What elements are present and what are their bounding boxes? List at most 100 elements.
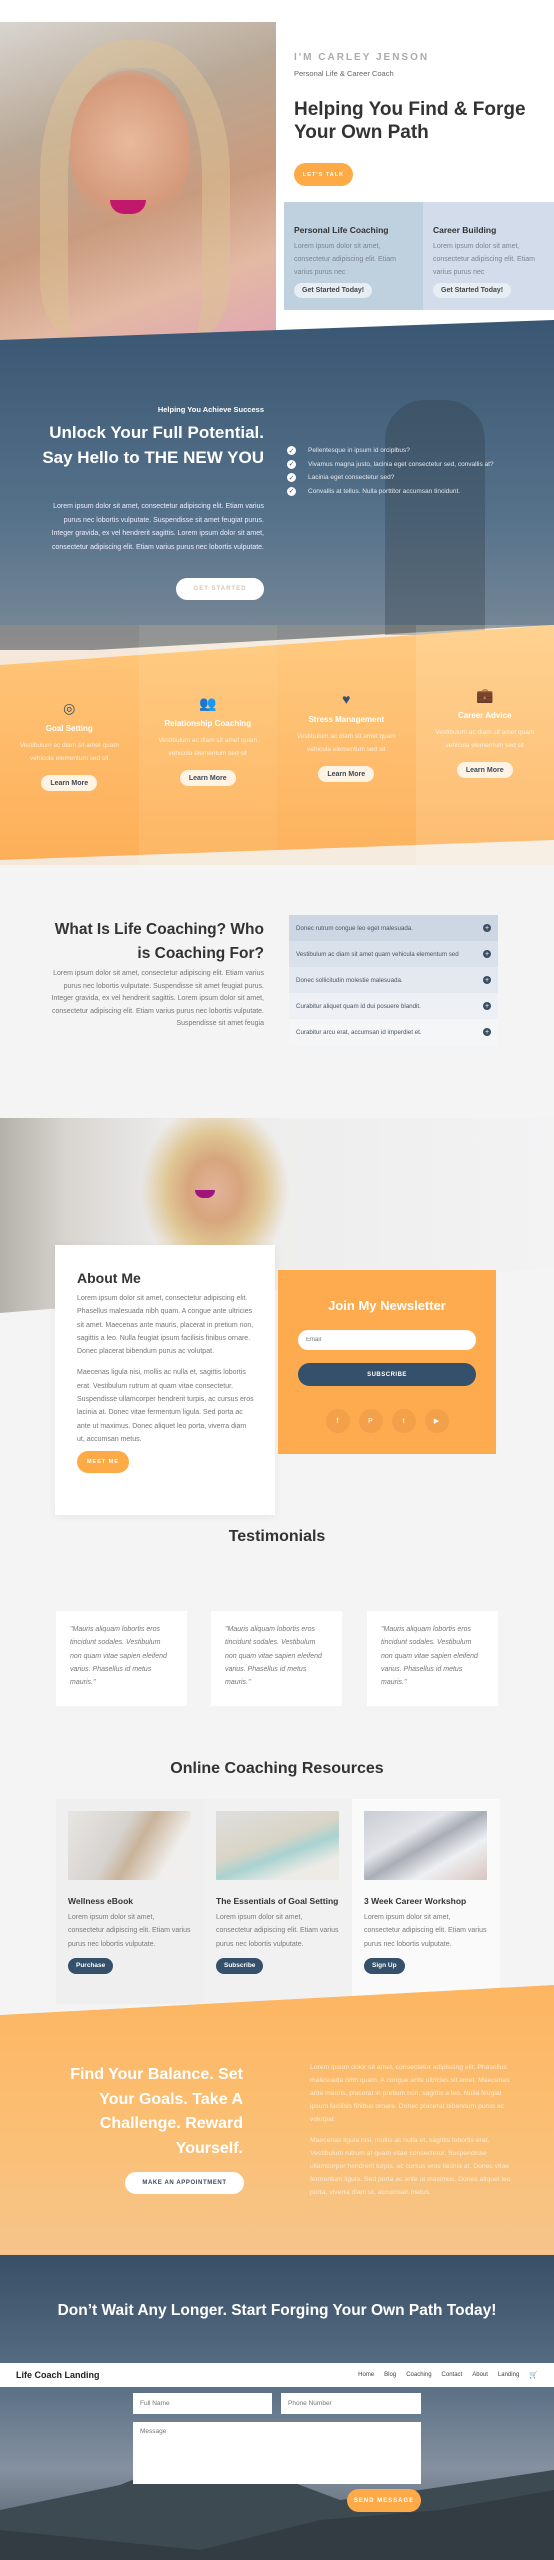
- service-stress-management: ♥ Stress Management Vestibulum ac diam s…: [277, 625, 416, 865]
- resource-image-workshop: [364, 1811, 487, 1880]
- plus-icon[interactable]: +: [483, 950, 491, 958]
- accordion-label: Donec rutrum congue leo eget malesuada.: [296, 924, 413, 932]
- service-text: Vestibulum ac diam sit amet quam vehicul…: [19, 742, 119, 762]
- service-text: Vestibulum ac diam sit amet quam vehicul…: [296, 733, 396, 753]
- heart-icon: ♥: [342, 691, 351, 707]
- service-text: Vestibulum ac diam sit amet quam vehicul…: [435, 729, 535, 749]
- resource-card: 3 Week Career Workshop Lorem ipsum dolor…: [352, 1799, 500, 2004]
- service-goal-setting: ◎ Goal Setting Vestibulum ac diam sit am…: [0, 625, 139, 865]
- meet-me-button[interactable]: MEET ME: [77, 1451, 129, 1474]
- about-title: About Me: [77, 1270, 141, 1286]
- email-input[interactable]: [298, 1330, 476, 1350]
- balance-text: Lorem ipsum dolor sit amet, consectetur …: [310, 2061, 520, 2207]
- testimonial-card: "Mauris aliquam lobortis eros tincidunt …: [56, 1611, 187, 1706]
- lets-talk-button[interactable]: LET'S TALK: [294, 163, 353, 186]
- service-title: Personal Life Coaching: [294, 225, 389, 235]
- service-card-career: Career Building Lorem ipsum dolor sit am…: [423, 202, 554, 310]
- nav-coaching[interactable]: Coaching: [406, 2372, 431, 2378]
- nav-landing[interactable]: Landing: [498, 2372, 519, 2378]
- plus-icon[interactable]: +: [483, 1002, 491, 1010]
- get-started-main-button[interactable]: GET STARTED: [176, 578, 264, 600]
- accordion-label: Curabitur arcu erat, accumsan id imperdi…: [296, 1028, 422, 1036]
- resource-card: Wellness eBook Lorem ipsum dolor sit ame…: [56, 1799, 204, 2004]
- success-text: Lorem ipsum dolor sit amet, consectetur …: [51, 503, 264, 551]
- about-card: About Me Lorem ipsum dolor sit amet, con…: [55, 1245, 275, 1515]
- balance-paragraph: Maecenas ligula nisi, mollis ac nulla et…: [310, 2137, 511, 2196]
- users-icon: 👥: [199, 695, 217, 711]
- resources-title: Online Coaching Resources: [170, 1760, 384, 1777]
- hero-kicker: I'M CARLEY JENSON: [294, 52, 430, 63]
- site-logo[interactable]: Life Coach Landing: [16, 2370, 100, 2380]
- newsletter-box: Join My Newsletter SUBSCRIBE f P t ▶: [278, 1270, 496, 1454]
- learn-more-button[interactable]: Learn More: [456, 762, 513, 778]
- service-title: Goal Setting: [45, 724, 93, 733]
- resource-image-wellness: [68, 1811, 191, 1880]
- balance-paragraph: Lorem ipsum dolor sit amet, consectetur …: [310, 2064, 510, 2123]
- get-started-button[interactable]: Get Started Today!: [433, 283, 512, 298]
- youtube-icon[interactable]: ▶: [424, 1409, 449, 1433]
- what-is-text: Lorem ipsum dolor sit amet, consectetur …: [51, 970, 264, 1027]
- accordion-item[interactable]: Donec rutrum congue leo eget malesuada. +: [289, 915, 498, 941]
- learn-more-button[interactable]: Learn More: [41, 775, 98, 791]
- accordion-label: Vestibulum ac diam sit amet quam vehicul…: [296, 950, 459, 958]
- full-name-input[interactable]: [133, 2393, 272, 2414]
- nav-links: Home Blog Coaching Contact About Landing…: [358, 2371, 538, 2379]
- nav-contact[interactable]: Contact: [442, 2372, 463, 2378]
- checklist-item: ✓ Convallis at tellus. Nulla porttitor ac…: [287, 485, 517, 499]
- make-appointment-button[interactable]: MAKE AN APPOINTMENT: [125, 2172, 244, 2194]
- plus-icon[interactable]: +: [483, 976, 491, 984]
- about-paragraph: Lorem ipsum dolor sit amet, consectetur …: [77, 1295, 254, 1356]
- nav-home[interactable]: Home: [358, 2372, 374, 2378]
- nav-about[interactable]: About: [472, 2372, 488, 2378]
- success-title: Unlock Your Full Potential. Say Hello to…: [42, 423, 264, 467]
- plus-icon[interactable]: +: [483, 924, 491, 932]
- message-textarea[interactable]: [133, 2422, 421, 2484]
- testimonial-quote: "Mauris aliquam lobortis eros tincidunt …: [70, 1626, 167, 1687]
- check-icon: ✓: [287, 473, 296, 483]
- faq-accordion: Donec rutrum congue leo eget malesuada. +…: [289, 915, 498, 1045]
- checklist-text: Vivamus magna justo, lacinia eget consec…: [308, 460, 494, 468]
- plus-icon[interactable]: +: [483, 1028, 491, 1036]
- learn-more-button[interactable]: Learn More: [179, 770, 236, 786]
- testimonial-quote: "Mauris aliquam lobortis eros tincidunt …: [225, 1626, 322, 1687]
- phone-input[interactable]: [281, 2393, 421, 2414]
- resource-title: The Essentials of Goal Setting: [216, 1896, 339, 1906]
- checklist-item: ✓ Lacinia eget consectetur sed?: [287, 471, 517, 485]
- cart-icon[interactable]: 🛒: [529, 2371, 538, 2379]
- subscribe-button[interactable]: SUBSCRIBE: [298, 1363, 476, 1386]
- get-started-button[interactable]: Get Started Today!: [294, 283, 373, 298]
- pinterest-icon[interactable]: P: [358, 1409, 383, 1433]
- sign-up-button[interactable]: Sign Up: [364, 1957, 405, 1974]
- social-links: f P t ▶: [278, 1409, 496, 1433]
- testimonial-quote: "Mauris aliquam lobortis eros tincidunt …: [381, 1626, 478, 1687]
- checklist: ✓ Pellentesque in ipsum id orciplbus? ✓ Vi…: [287, 444, 517, 498]
- service-title: Career Building: [433, 225, 497, 235]
- twitter-icon[interactable]: t: [391, 1409, 416, 1433]
- success-background-figure: [385, 400, 485, 635]
- subscribe-resource-button[interactable]: Subscribe: [216, 1957, 264, 1974]
- service-title: Career Advice: [457, 711, 512, 720]
- accordion-item[interactable]: Vestibulum ac diam sit amet quam vehicul…: [289, 941, 498, 967]
- facebook-icon[interactable]: f: [325, 1409, 350, 1433]
- send-message-button[interactable]: SEND MESSAGE: [347, 2489, 421, 2512]
- check-icon: ✓: [287, 446, 296, 456]
- learn-more-button[interactable]: Learn More: [318, 766, 375, 782]
- newsletter-title: Join My Newsletter: [328, 1298, 446, 1313]
- balance-title: Find Your Balance. Set Your Goals. Take …: [70, 2066, 243, 2157]
- about-paragraph: Maecenas ligula nisi, mollis ac nulla et…: [77, 1369, 254, 1443]
- accordion-item[interactable]: Donec sollicitudin molestie malesuada. +: [289, 967, 498, 993]
- service-title: Stress Management: [308, 715, 385, 724]
- accordion-item[interactable]: Curabitur arcu erat, accumsan id imperdi…: [289, 1019, 498, 1045]
- nav-blog[interactable]: Blog: [384, 2372, 396, 2378]
- accordion-item[interactable]: Curabitur aliquet quam id dui posuere bl…: [289, 993, 498, 1019]
- testimonials-title: Testimonials: [228, 1528, 326, 1545]
- resource-card: The Essentials of Goal Setting Lorem ips…: [204, 1799, 352, 2004]
- check-icon: ✓: [287, 486, 296, 496]
- purchase-button[interactable]: Purchase: [68, 1957, 114, 1974]
- resource-title: 3 Week Career Workshop: [364, 1896, 467, 1906]
- briefcase-icon: 💼: [476, 687, 494, 703]
- service-text: Lorem ipsum dolor sit amet, consectetur …: [433, 243, 535, 276]
- service-text: Vestibulum ac diam sit amet quam vehicul…: [158, 737, 258, 757]
- checklist-item: ✓ Vivamus magna justo, lacinia eget conse…: [287, 458, 517, 472]
- service-career-advice: 💼 Career Advice Vestibulum ac diam sit a…: [415, 625, 554, 865]
